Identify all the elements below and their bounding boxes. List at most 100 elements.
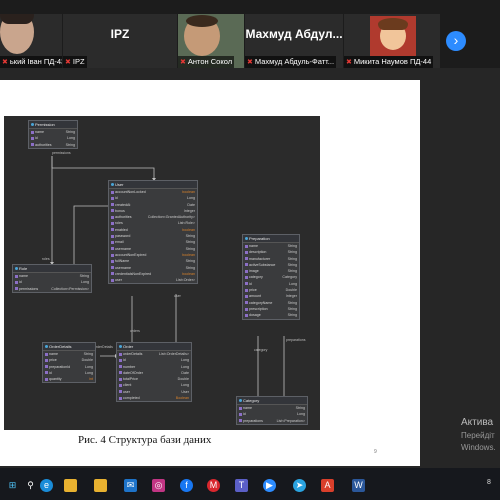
- field-name: dosage: [249, 313, 261, 318]
- participant-name: Антон Сокол: [187, 57, 233, 66]
- field-name: number: [123, 364, 136, 369]
- avatar-hair: [378, 18, 408, 30]
- entity-field: authorities String: [29, 142, 77, 148]
- relation-label: category: [254, 348, 268, 352]
- chevron-right-icon: ›: [453, 32, 459, 48]
- field-name: price: [249, 288, 257, 293]
- field-name: username: [115, 246, 131, 251]
- entity-preparation: Preparation name String description String ma…: [242, 234, 300, 320]
- mail-icon[interactable]: ✉: [124, 479, 137, 492]
- field-name: price: [49, 358, 57, 363]
- field-name: user: [115, 278, 122, 283]
- facebook-icon[interactable]: f: [180, 479, 193, 492]
- field-name: category: [249, 275, 263, 280]
- mega-icon[interactable]: M: [207, 479, 220, 492]
- activation-line-2: Windows.: [461, 443, 496, 452]
- field-type: String: [287, 313, 297, 318]
- field-name: authorities: [35, 142, 52, 147]
- mic-muted-icon: ✖: [2, 59, 8, 66]
- activation-line-1: Перейдіт: [461, 431, 495, 440]
- teams-icon[interactable]: T: [235, 479, 248, 492]
- edge-icon[interactable]: e: [40, 479, 53, 492]
- field-name: id: [249, 281, 252, 286]
- chrome-icon[interactable]: [94, 479, 107, 492]
- field-name: authorities: [115, 215, 132, 220]
- entity-user: User accountNonLocked boolean id Long created…: [108, 180, 198, 285]
- next-participants-button[interactable]: ›: [446, 31, 466, 51]
- field-name: orderDetails: [123, 352, 143, 356]
- entity-order: Order orderDetails List<OrderDetails> id Lon…: [116, 342, 192, 403]
- entity-field: dosage String: [243, 312, 299, 318]
- mic-muted-icon: ✖: [346, 59, 352, 66]
- entity-header: Permission: [29, 121, 77, 129]
- field-name: accountNonExpired: [115, 252, 147, 257]
- field-name: createdAt: [115, 202, 131, 207]
- participant-name: Махмуд Абдуль-Фатт...: [254, 57, 335, 66]
- zoom-icon[interactable]: ▶: [263, 479, 276, 492]
- participant-avatar: [370, 16, 416, 56]
- telegram-icon[interactable]: ➤: [293, 479, 306, 492]
- participant-strip: ✖ ький Іван ПД-43 IPZ ✖ IPZ ✖ Антон Сокол М…: [0, 0, 500, 68]
- field-name: name: [243, 406, 252, 410]
- relation-label: permissions: [52, 151, 71, 155]
- entity-category: Category name String id Long preparations List…: [236, 396, 308, 425]
- entity-header: Category: [237, 397, 307, 405]
- mic-muted-icon: ✖: [180, 59, 186, 66]
- field-name: manufacturer: [249, 256, 271, 261]
- entity-header: OrderDetails: [43, 343, 95, 351]
- entity-field: completed Boolean: [117, 395, 191, 401]
- field-name: fullName: [115, 259, 130, 264]
- word-icon[interactable]: W: [352, 479, 365, 492]
- field-name: description: [249, 250, 267, 255]
- windows-taskbar: ⊞ ⚲ e ✉ ◎ f M T ▶ ➤ A W 8: [0, 468, 500, 500]
- field-type: List<Order>: [176, 278, 195, 283]
- start-icon[interactable]: ⊞: [6, 479, 19, 492]
- field-name: name: [49, 352, 58, 356]
- relation-label: orderDetails: [94, 345, 113, 349]
- participant-display-name: Махмуд Абдул...: [245, 27, 343, 41]
- field-name: name: [249, 244, 258, 248]
- field-name: roles: [115, 221, 123, 226]
- field-name: id: [49, 370, 52, 375]
- participant-video-hair: [0, 14, 34, 24]
- participant-tile-4[interactable]: Махмуд Абдул... ✖ Махмуд Абдуль-Фатт...: [245, 14, 343, 68]
- field-name: id: [123, 358, 126, 363]
- line-user-roles: [51, 156, 155, 180]
- participant-tile-2[interactable]: IPZ ✖ IPZ: [63, 14, 177, 68]
- field-name: user: [123, 389, 130, 394]
- activation-title: Актива: [461, 417, 494, 428]
- tray-text: 8: [487, 479, 491, 486]
- entity-field: preparations List<Preparation>: [237, 418, 307, 424]
- participant-tile-1[interactable]: ✖ ький Іван ПД-43: [0, 14, 62, 68]
- entity-orderdetails: OrderDetails name String price Double prepara…: [42, 342, 96, 384]
- participant-tile-5[interactable]: ✖ Микита Наумов ПД-44: [344, 14, 440, 68]
- field-type: List<Preparation>: [276, 418, 305, 423]
- entity-field: quantity int: [43, 376, 95, 382]
- field-name: dateOfOrder: [123, 370, 143, 375]
- field-name: categoryName: [249, 300, 273, 305]
- field-name: id: [35, 136, 38, 141]
- field-name: activeSubstance: [249, 262, 276, 267]
- field-name: password: [115, 234, 131, 239]
- entity-field: permissions Collection<Permission>: [13, 286, 91, 292]
- entity-permission: Permission name String id Long authorities Str…: [28, 120, 78, 149]
- field-name: name: [19, 274, 28, 278]
- participant-video-hair: [186, 15, 218, 27]
- field-name: preparations: [243, 418, 263, 423]
- field-name: enabled: [115, 227, 128, 232]
- field-type: Collection<Permission>: [51, 286, 89, 291]
- field-name: client: [123, 383, 132, 388]
- field-name: username: [115, 265, 131, 270]
- field-name: amount: [249, 294, 261, 299]
- field-name: credentialsNonExpired: [115, 271, 152, 276]
- participant-name: ький Іван ПД-43: [9, 57, 62, 66]
- entity-header: Preparation: [243, 235, 299, 243]
- field-name: bonus: [115, 208, 125, 213]
- field-type: Boolean: [175, 396, 189, 401]
- instagram-icon[interactable]: ◎: [152, 479, 165, 492]
- folder-icon[interactable]: [64, 479, 77, 492]
- participant-tile-3[interactable]: ✖ Антон Сокол: [178, 14, 244, 68]
- pdf-icon[interactable]: A: [321, 479, 334, 492]
- entity-header: User: [109, 181, 197, 189]
- search-icon[interactable]: ⚲: [24, 479, 37, 492]
